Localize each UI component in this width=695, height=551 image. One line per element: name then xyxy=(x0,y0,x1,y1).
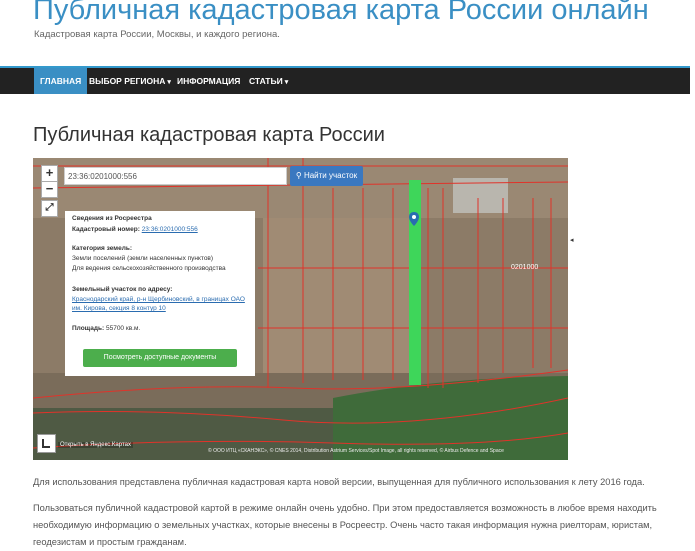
layers-icon xyxy=(42,439,50,448)
search-icon: ⚲ xyxy=(295,171,302,180)
location-pin-icon[interactable] xyxy=(409,212,419,226)
cadastral-search-input[interactable]: 23:36:0201000:556 xyxy=(64,167,287,185)
layers-button[interactable] xyxy=(37,434,56,453)
usage-value: Для ведения сельскохозяйственного произв… xyxy=(72,265,226,272)
main-navbar: ГЛАВНАЯ ВЫБОР РЕГИОНА ▾ ИНФОРМАЦИЯ СТАТЬИ… xyxy=(0,66,690,94)
zoom-in-button[interactable]: + xyxy=(41,165,58,182)
category-value: Земли поселений (земли населенных пункто… xyxy=(72,255,214,262)
cadastral-map[interactable]: + − ⤢ 23:36:0201000:556 ⚲ Найти участок … xyxy=(33,158,568,460)
nav-item-label: ВЫБОР РЕГИОНА xyxy=(89,76,166,86)
address-link-line1[interactable]: Краснодарский край, р-н Щербиновский, в … xyxy=(72,296,245,303)
area-row: Площадь: 55700 кв.м. xyxy=(72,325,141,332)
site-description: Кадастровая карта России, Москвы, и кажд… xyxy=(34,29,280,40)
nav-item-articles[interactable]: СТАТЬИ ▾ xyxy=(243,68,294,94)
map-copyright: © ООО ИТЦ «СКАНЭКС», © CNES 2014, Distri… xyxy=(208,448,504,454)
category-label: Категория земель: xyxy=(72,245,133,252)
find-parcel-label: Найти участок xyxy=(303,171,358,180)
zoom-out-button[interactable]: − xyxy=(41,181,58,198)
panel-source: Сведения из Росреестра xyxy=(72,215,152,222)
chevron-down-icon: ▾ xyxy=(284,79,289,86)
find-parcel-button[interactable]: ⚲ Найти участок xyxy=(290,166,363,186)
address-link-line2[interactable]: им. Кирова, секция 8 контур 10 xyxy=(72,305,166,312)
nav-item-region[interactable]: ВЫБОР РЕГИОНА ▾ xyxy=(83,68,177,94)
cadastral-number-link[interactable]: 23:36:0201000:556 xyxy=(142,226,198,233)
view-documents-button[interactable]: Посмотреть доступные документы xyxy=(83,349,237,367)
nav-item-label: ГЛАВНАЯ xyxy=(40,76,82,86)
intro-paragraph: Для использования представлена публичная… xyxy=(33,477,645,487)
open-in-yandex-link[interactable]: Открыть в Яндекс.Картах xyxy=(58,442,133,448)
cadastral-number-row: Кадастровый номер: 23:36:0201000:556 xyxy=(72,226,198,233)
site-title[interactable]: Публичная кадастровая карта России онлай… xyxy=(33,0,649,27)
nav-item-home[interactable]: ГЛАВНАЯ xyxy=(34,68,88,94)
parcel-block-label: 0201000 xyxy=(511,264,539,271)
nav-item-label: ИНФОРМАЦИЯ xyxy=(177,76,241,86)
page-title: Публичная кадастровая карта России xyxy=(33,124,385,146)
nav-item-info[interactable]: ИНФОРМАЦИЯ xyxy=(171,68,246,94)
parcel-info-panel: Сведения из Росреестра Кадастровый номер… xyxy=(65,211,255,376)
fullscreen-icon[interactable]: ⤢ xyxy=(41,200,58,217)
address-label: Земельный участок по адресу: xyxy=(72,286,173,293)
scroll-handle-icon[interactable]: ◂ xyxy=(570,236,574,244)
nav-item-label: СТАТЬИ xyxy=(249,76,283,86)
description-paragraph: Пользоваться публичной кадастровой карто… xyxy=(33,503,657,547)
